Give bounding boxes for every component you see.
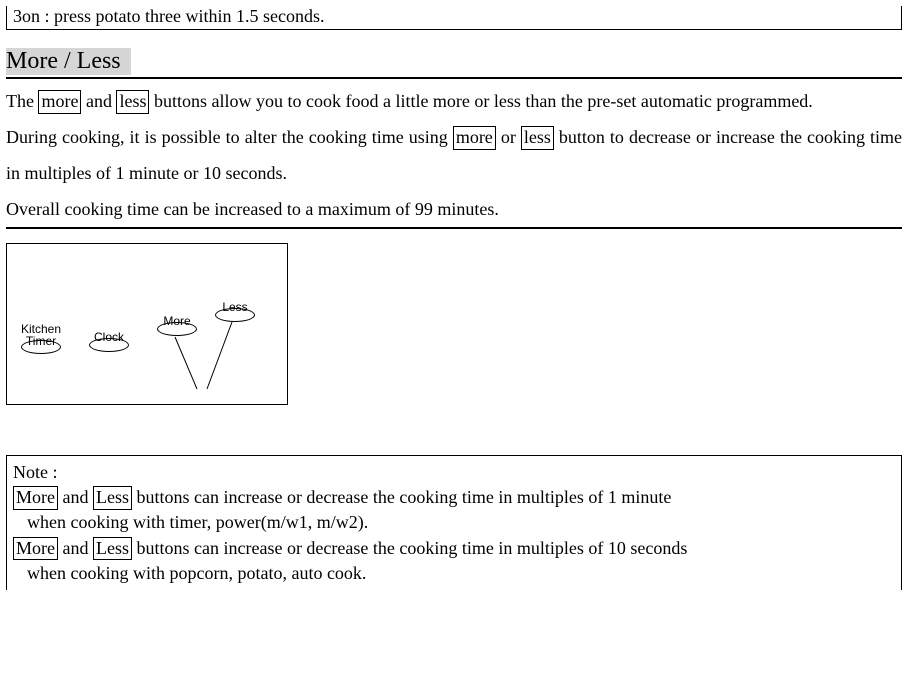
note-line: when cooking with popcorn, potato, auto … [13, 561, 895, 586]
text: Overall cooking time can be increased to… [6, 199, 499, 219]
text: and [58, 538, 93, 558]
top-instruction-box: 3on : press potato three within 1.5 seco… [6, 6, 902, 30]
text: buttons can increase or decrease the coo… [132, 487, 671, 507]
note-line: when cooking with timer, power(m/w1, m/w… [13, 510, 895, 535]
more-label: more [38, 90, 81, 114]
text: and [58, 487, 93, 507]
less-label: less [521, 126, 554, 150]
text: buttons can increase or decrease the coo… [132, 538, 687, 558]
note-line: More and Less buttons can increase or de… [13, 485, 895, 510]
text: During cooking, it is possible to alter … [6, 127, 453, 147]
text: and [81, 91, 116, 111]
note-heading: Note : [13, 460, 895, 485]
more-label: more [453, 126, 496, 150]
section-body: The more and less buttons allow you to c… [6, 79, 902, 227]
text: buttons allow you to cook food a little … [149, 91, 812, 111]
note-box: Note : More and Less buttons can increas… [6, 455, 902, 590]
less-label: Less [93, 486, 132, 510]
less-label: less [116, 90, 149, 114]
note-line: More and Less buttons can increase or de… [13, 536, 895, 561]
top-instruction-text: 3on : press potato three within 1.5 seco… [13, 6, 324, 26]
text: The [6, 91, 38, 111]
rule-bottom [6, 227, 902, 229]
section-heading: More / Less [6, 48, 131, 75]
indicator-lines-icon [7, 244, 287, 404]
text: or [496, 127, 521, 147]
more-label: More [13, 486, 58, 510]
control-panel-diagram: Kitchen Timer Clock More Less [6, 243, 288, 405]
more-label: More [13, 537, 58, 561]
less-label: Less [93, 537, 132, 561]
